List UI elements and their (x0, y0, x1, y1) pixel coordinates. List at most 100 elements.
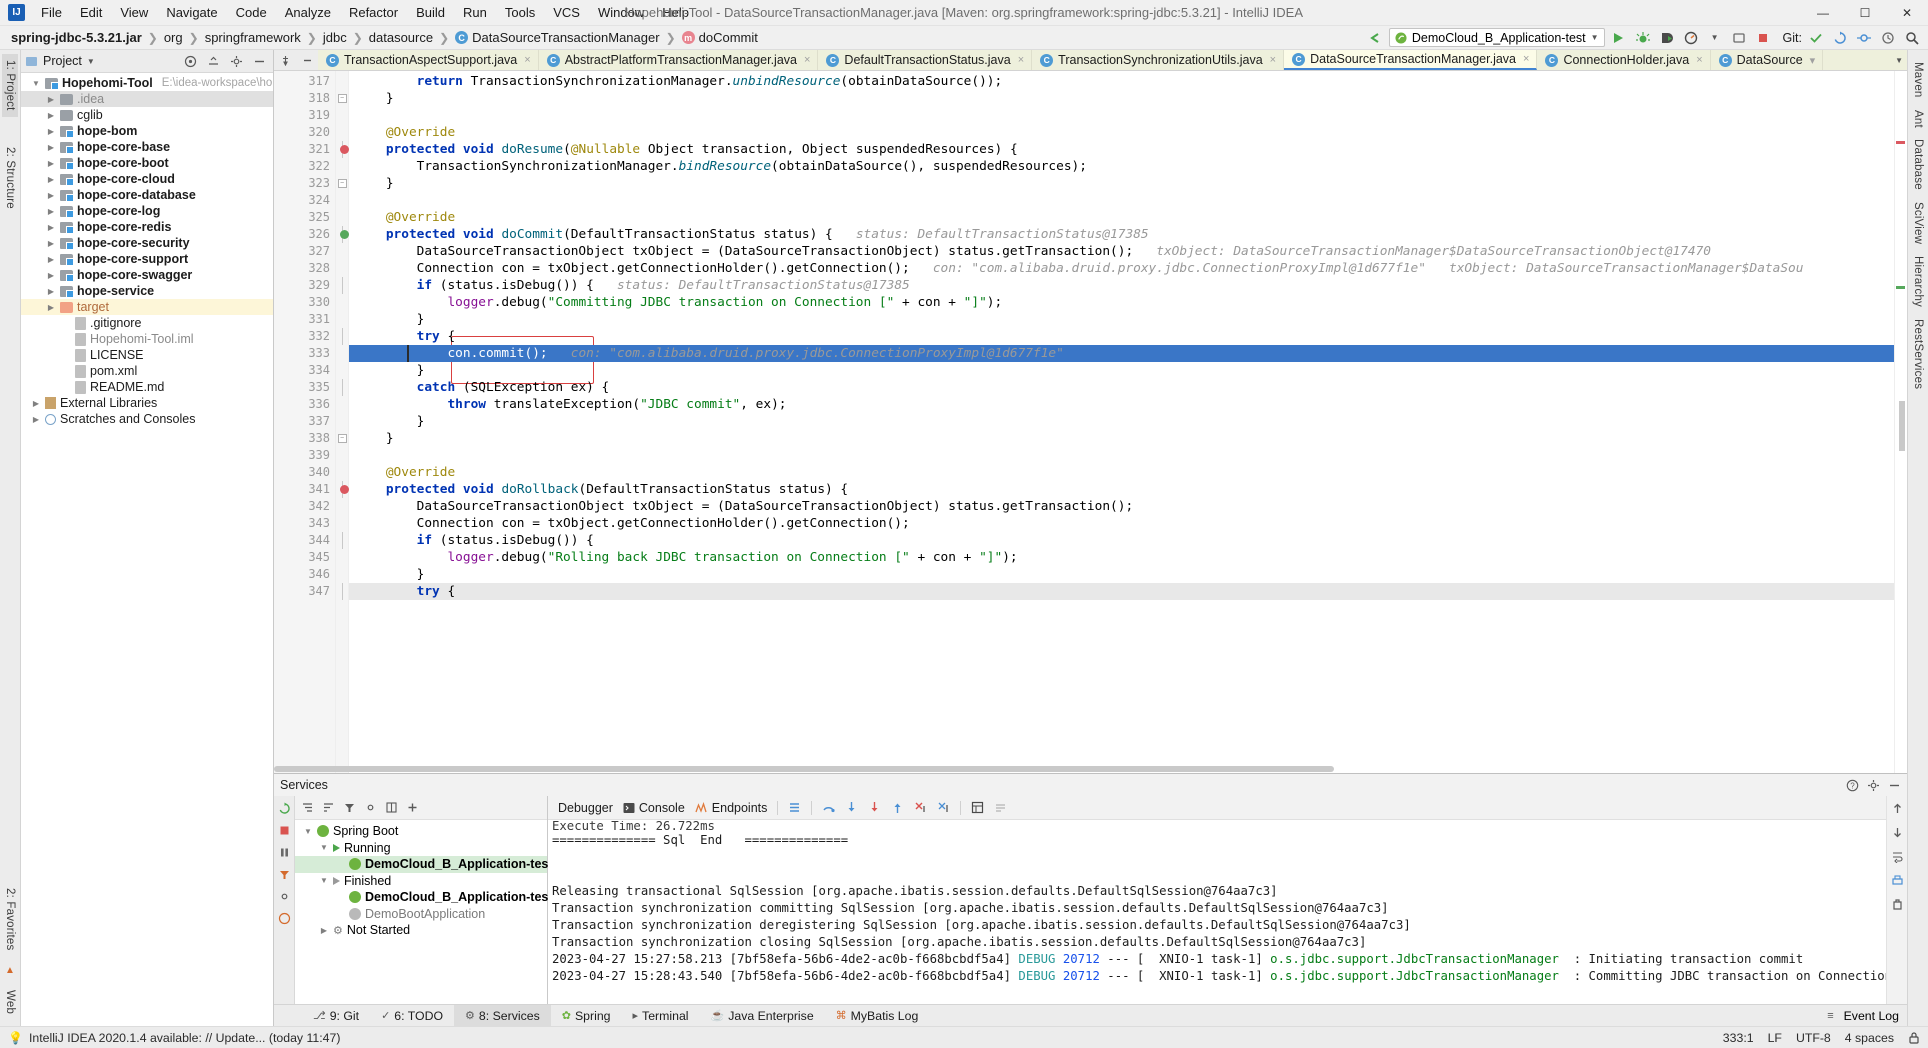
attach-icon[interactable] (1729, 28, 1749, 47)
menu-run[interactable]: Run (454, 2, 496, 23)
editor-tab-abstractplatformtransactionmanager-java[interactable]: C AbstractPlatformTransactionManager.java… (539, 50, 819, 70)
menu-refactor[interactable]: Refactor (340, 2, 407, 23)
chevron-right-icon[interactable]: ▶ (46, 143, 56, 152)
menu-help[interactable]: Help (653, 2, 698, 23)
fold-marker[interactable]: − (336, 175, 348, 192)
line-number[interactable]: 317 (274, 73, 335, 90)
service-item-not-started[interactable]: ▶ ⚙ Not Started (295, 922, 547, 939)
breakpoint-icon[interactable] (340, 145, 349, 154)
editor-horizontal-scrollbar[interactable] (274, 765, 1907, 773)
service-item-spring-boot[interactable]: ▼ Spring Boot (295, 823, 547, 840)
stop-icon[interactable] (278, 824, 291, 837)
dropdown-more-icon[interactable]: ▼ (1705, 28, 1725, 47)
chevron-down-icon[interactable]: ▼ (319, 843, 329, 852)
code-line[interactable]: DataSourceTransactionObject txObject = (… (349, 498, 1894, 515)
window-controls[interactable]: — ☐ ✕ (1802, 0, 1928, 26)
line-number[interactable]: 341↑ (274, 481, 355, 498)
code-line[interactable]: if (status.isDebug()) { status: DefaultT… (349, 277, 1894, 294)
hide-icon[interactable] (1888, 779, 1901, 792)
code-line[interactable]: try { (349, 328, 1894, 345)
web-open-icon[interactable] (278, 912, 291, 925)
code-line[interactable]: } (349, 413, 1894, 430)
sidebar-tab-database[interactable]: Database (1910, 133, 1926, 196)
chevron-right-icon[interactable]: ▶ (46, 111, 56, 120)
profiler-icon[interactable] (1681, 28, 1701, 47)
minimize-button[interactable]: — (1802, 0, 1844, 26)
fold-marker[interactable]: − (336, 430, 348, 447)
chevron-right-icon[interactable]: ▶ (46, 271, 56, 280)
service-item-running[interactable]: ▼ Running (295, 840, 547, 857)
sidebar-tab-restservices[interactable]: RestServices (1910, 313, 1926, 395)
chevron-down-icon[interactable]: ▼ (303, 827, 313, 836)
tree-item-hope-bom[interactable]: ▶ hope-bom (21, 123, 273, 139)
line-number[interactable]: 336 (274, 396, 335, 413)
code-line[interactable]: logger.debug("Rolling back JDBC transact… (349, 549, 1894, 566)
bottom-tool-window-strip[interactable]: ⎇ 9: Git ✓ 6: TODO ⚙ 8: Services ✿ Spring ▸ Termi… (274, 1004, 1907, 1027)
evaluate-icon[interactable] (971, 801, 984, 814)
code-line[interactable] (349, 192, 1894, 209)
run-icon[interactable] (1609, 28, 1629, 47)
add-icon[interactable] (406, 801, 419, 814)
code-editor[interactable]: 317318319320321↑322323324325326↑32732832… (274, 71, 1907, 773)
service-item-finished[interactable]: ▼ Finished (295, 873, 547, 890)
fold-marker[interactable] (336, 379, 348, 396)
code-line[interactable]: } (349, 566, 1894, 583)
code-line[interactable]: protected void doResume(@Nullable Object… (349, 141, 1894, 158)
caret-position[interactable]: 333:1 (1723, 1031, 1754, 1045)
menu-file[interactable]: File (32, 2, 71, 23)
tree-item-hope-core-database[interactable]: ▶ hope-core-database (21, 187, 273, 203)
scroll-up-icon[interactable] (1891, 802, 1904, 815)
stop-icon[interactable] (1753, 28, 1773, 47)
tree-item-idea[interactable]: ▶ .idea (21, 91, 273, 107)
line-number[interactable]: 343 (274, 515, 335, 532)
line-number[interactable]: 345 (274, 549, 335, 566)
tree-item-hopehomi-tool[interactable]: ▼ Hopehomi-Tool E:\idea-workspace\hopehom (21, 75, 273, 91)
pause-icon[interactable] (278, 846, 291, 859)
changed-marker[interactable] (1896, 286, 1905, 289)
sidebar-tab-favorites[interactable]: 2: Favorites (2, 882, 18, 956)
breadcrumb-org[interactable]: org (161, 29, 186, 46)
breadcrumb-jdbc[interactable]: jdbc (320, 29, 350, 46)
chevron-right-icon[interactable]: ▶ (46, 287, 56, 296)
bottom-tab-9-git[interactable]: ⎇ 9: Git (302, 1005, 370, 1027)
chevron-right-icon[interactable]: ▶ (46, 127, 56, 136)
chevron-right-icon[interactable]: ▶ (31, 415, 41, 424)
tree-item-gitignore[interactable]: .gitignore (21, 315, 273, 331)
code-line[interactable]: catch (SQLException ex) { (349, 379, 1894, 396)
line-number[interactable]: 323 (274, 175, 335, 192)
code-line[interactable]: logger.debug("Committing JDBC transactio… (349, 294, 1894, 311)
rerun-icon[interactable] (278, 802, 291, 815)
line-number[interactable]: 318 (274, 90, 335, 107)
filter-icon[interactable] (278, 868, 291, 881)
check-icon[interactable] (1806, 28, 1826, 47)
code-line[interactable]: } (349, 90, 1894, 107)
fold-marker[interactable] (336, 328, 348, 345)
line-number[interactable]: 327 (274, 243, 335, 260)
tree-item-hope-core-redis[interactable]: ▶ hope-core-redis (21, 219, 273, 235)
debugger-tab-bar[interactable]: Debugger Console Endpoints (548, 796, 1886, 820)
line-separator[interactable]: LF (1768, 1031, 1782, 1045)
editor-tab-defaulttransactionstatus-java[interactable]: C DefaultTransactionStatus.java × (818, 50, 1033, 70)
close-icon[interactable]: × (524, 54, 530, 66)
breadcrumb-datasource[interactable]: datasource (366, 29, 436, 46)
fold-marker[interactable] (336, 583, 348, 600)
line-number[interactable]: 335 (274, 379, 335, 396)
line-number-gutter[interactable]: 317318319320321↑322323324325326↑32732832… (274, 71, 355, 773)
line-number[interactable]: 340 (274, 464, 335, 481)
code-line[interactable]: throw translateException("JDBC commit", … (349, 396, 1894, 413)
project-tree[interactable]: ▼ Hopehomi-Tool E:\idea-workspace\hopehom ▶… (21, 73, 273, 1026)
line-number[interactable]: 330 (274, 294, 335, 311)
fold-marker[interactable] (336, 277, 348, 294)
bottom-tab-6-todo[interactable]: ✓ 6: TODO (370, 1005, 454, 1027)
tree-item-hopehomi-tool-iml[interactable]: Hopehomi-Tool.iml (21, 331, 273, 347)
tree-item-hope-core-boot[interactable]: ▶ hope-core-boot (21, 155, 273, 171)
line-number[interactable]: 331 (274, 311, 335, 328)
close-icon[interactable]: × (804, 54, 810, 66)
line-number[interactable]: 342 (274, 498, 335, 515)
service-item-democloud-b-application-test[interactable]: DemoCloud_B_Application-test (295, 889, 553, 906)
breadcrumb-class[interactable]: C DataSourceTransactionManager (452, 29, 662, 46)
line-number[interactable]: 334 (274, 362, 335, 379)
tree-item-license[interactable]: LICENSE (21, 347, 273, 363)
code-line[interactable]: TransactionSynchronizationManager.bindRe… (349, 158, 1894, 175)
tree-item-hope-core-swagger[interactable]: ▶ hope-core-swagger (21, 267, 273, 283)
